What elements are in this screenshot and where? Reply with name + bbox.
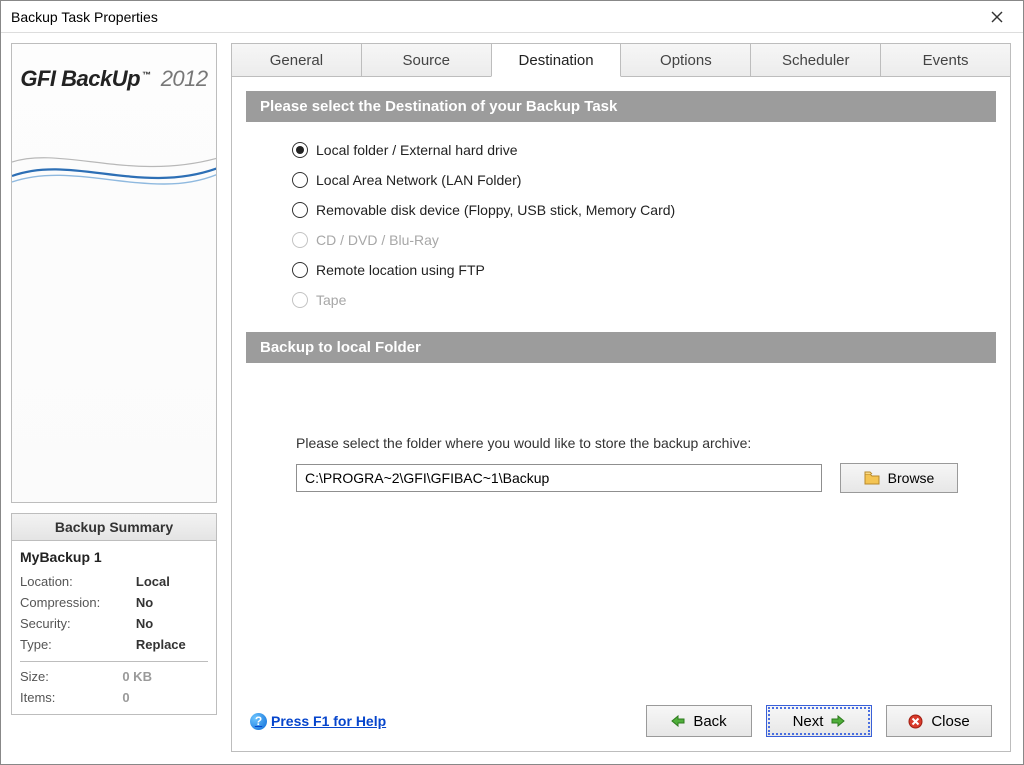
- radio-label: Local Area Network (LAN Folder): [316, 172, 521, 188]
- back-label: Back: [693, 713, 726, 730]
- section-destination-header: Please select the Destination of your Ba…: [246, 91, 996, 122]
- folder-path-input[interactable]: [296, 464, 822, 492]
- close-button[interactable]: Close: [886, 705, 992, 737]
- folder-row: Browse: [296, 463, 958, 493]
- radio-lan-folder[interactable]: Local Area Network (LAN Folder): [292, 172, 996, 188]
- summary-divider: [20, 661, 208, 662]
- brand-logo: GFI BackUp™ 2012: [12, 66, 216, 92]
- next-button[interactable]: Next: [766, 705, 872, 737]
- brand-name-bold: GFI: [20, 66, 55, 91]
- wave-decoration: [12, 144, 217, 204]
- browse-label: Browse: [888, 470, 935, 486]
- summary-task-name: MyBackup 1: [20, 549, 208, 565]
- tab-scheduler[interactable]: Scheduler: [750, 43, 881, 77]
- close-icon: [991, 11, 1003, 23]
- radio-label: Local folder / External hard drive: [316, 142, 518, 158]
- summary-row: Items:0: [20, 687, 208, 708]
- radio-icon: [292, 172, 308, 188]
- folder-icon: [864, 471, 880, 485]
- help-icon: ?: [250, 713, 267, 730]
- help-label: Press F1 for Help: [271, 713, 386, 729]
- summary-row: Type:Replace: [20, 634, 208, 655]
- arrow-right-icon: [831, 715, 845, 727]
- radio-label: CD / DVD / Blu-Ray: [316, 232, 439, 248]
- radio-local-folder[interactable]: Local folder / External hard drive: [292, 142, 996, 158]
- browse-button[interactable]: Browse: [840, 463, 958, 493]
- trademark-icon: ™: [140, 70, 151, 80]
- close-label: Close: [931, 713, 969, 730]
- radio-icon: [292, 142, 308, 158]
- summary-table: Location:Local Compression:No Security:N…: [20, 571, 208, 655]
- tab-general[interactable]: General: [231, 43, 362, 77]
- help-link[interactable]: ? Press F1 for Help: [250, 713, 386, 730]
- radio-ftp[interactable]: Remote location using FTP: [292, 262, 996, 278]
- dialog-body: GFI BackUp™ 2012 Backup Summary MyBackup…: [1, 33, 1023, 764]
- arrow-left-icon: [671, 715, 685, 727]
- folder-prompt: Please select the folder where you would…: [296, 435, 996, 451]
- section-local-folder-header: Backup to local Folder: [246, 332, 996, 363]
- back-button[interactable]: Back: [646, 705, 752, 737]
- radio-icon: [292, 262, 308, 278]
- radio-removable-device[interactable]: Removable disk device (Floppy, USB stick…: [292, 202, 996, 218]
- footer-bar: ? Press F1 for Help Back Next: [232, 693, 1010, 737]
- radio-icon: [292, 202, 308, 218]
- left-column: GFI BackUp™ 2012 Backup Summary MyBackup…: [11, 43, 217, 752]
- tab-panel-destination: Please select the Destination of your Ba…: [231, 77, 1011, 752]
- brand-panel: GFI BackUp™ 2012: [11, 43, 217, 503]
- titlebar: Backup Task Properties: [1, 1, 1023, 33]
- tab-events[interactable]: Events: [880, 43, 1011, 77]
- tab-options[interactable]: Options: [620, 43, 751, 77]
- radio-icon: [292, 292, 308, 308]
- radio-tape: Tape: [292, 292, 996, 308]
- radio-label: Tape: [316, 292, 346, 308]
- tab-strip: General Source Destination Options Sched…: [231, 43, 1011, 77]
- radio-label: Remote location using FTP: [316, 262, 485, 278]
- dialog-window: Backup Task Properties GFI BackUp™ 2012 …: [0, 0, 1024, 765]
- radio-label: Removable disk device (Floppy, USB stick…: [316, 202, 675, 218]
- summary-row: Location:Local: [20, 571, 208, 592]
- radio-cd-dvd: CD / DVD / Blu-Ray: [292, 232, 996, 248]
- tab-source[interactable]: Source: [361, 43, 492, 77]
- destination-radio-group: Local folder / External hard drive Local…: [232, 122, 1010, 332]
- right-column: General Source Destination Options Sched…: [231, 43, 1011, 752]
- next-label: Next: [793, 713, 824, 730]
- cancel-icon: [908, 714, 923, 729]
- summary-row: Compression:No: [20, 592, 208, 613]
- radio-icon: [292, 232, 308, 248]
- summary-body: MyBackup 1 Location:Local Compression:No…: [11, 541, 217, 715]
- summary-header: Backup Summary: [11, 513, 217, 541]
- brand-year: 2012: [161, 66, 208, 91]
- window-title: Backup Task Properties: [11, 9, 977, 25]
- summary-table-2: Size:0 KB Items:0: [20, 666, 208, 708]
- tab-destination[interactable]: Destination: [491, 43, 622, 77]
- summary-row: Size:0 KB: [20, 666, 208, 687]
- window-close-button[interactable]: [977, 3, 1017, 31]
- brand-name-rest: BackUp: [61, 66, 140, 91]
- local-folder-area: Please select the folder where you would…: [232, 363, 1010, 493]
- summary-row: Security:No: [20, 613, 208, 634]
